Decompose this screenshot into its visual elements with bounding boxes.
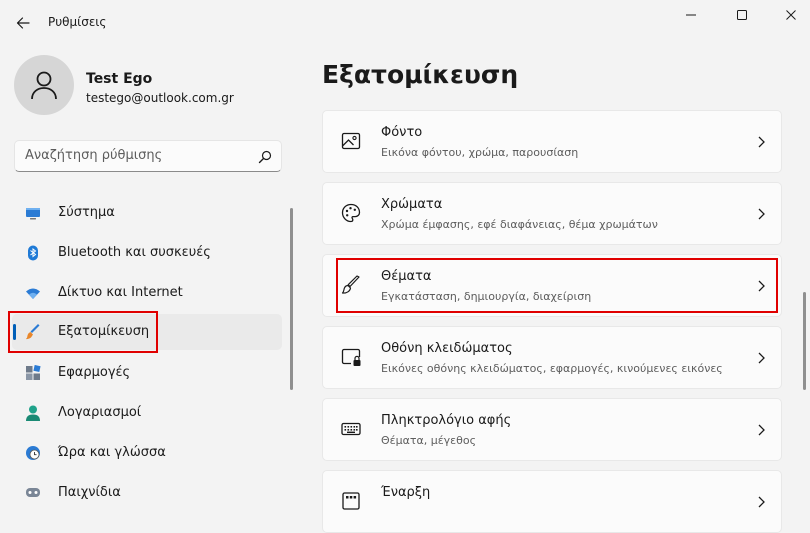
sidebar-item-label: Λογαριασμοί: [58, 405, 142, 420]
sidebar-item-label: Bluetooth και συσκευές: [58, 245, 211, 260]
wifi-icon: [26, 288, 40, 299]
avatar[interactable]: [14, 55, 74, 115]
sidebar-item-apps[interactable]: Εφαρμογές: [12, 355, 282, 391]
card-subtitle: Εικόνες οθόνης κλειδώματος, εφαρμογές, κ…: [381, 362, 723, 375]
highlight-box-themes: [336, 258, 778, 313]
sidebar-item-label: Ώρα και γλώσσα: [58, 445, 166, 460]
window-title: Ρυθμίσεις: [48, 15, 107, 29]
card-subtitle: Θέματα, μέγεθος: [381, 434, 477, 447]
sidebar-item-label: Παιχνίδια: [58, 485, 121, 500]
card-background[interactable]: Φόντο Εικόνα φόντου, χρώμα, παρουσίαση: [322, 110, 782, 173]
page-title: Εξατομίκευση: [322, 60, 519, 89]
back-arrow-icon: [16, 17, 30, 29]
main-scrollbar[interactable]: [803, 292, 806, 390]
person-avatar-icon: [31, 71, 57, 100]
sidebar-item-network[interactable]: Δίκτυο και Internet: [12, 275, 282, 311]
start-icon: [342, 492, 360, 510]
image-icon: [341, 132, 361, 150]
card-subtitle: Εικόνα φόντου, χρώμα, παρουσίαση: [381, 146, 579, 159]
minimize-icon: [686, 14, 696, 16]
close-icon: [786, 10, 796, 20]
sidebar-item-system[interactable]: Σύστημα: [12, 195, 282, 231]
sidebar-item-label: Σύστημα: [58, 205, 115, 220]
card-title: Χρώματα: [381, 197, 443, 212]
user-email: testego@outlook.com.gr: [86, 91, 234, 105]
chevron-right-icon: [758, 424, 765, 436]
chevron-right-icon: [758, 208, 765, 220]
highlight-box-personalization: [8, 311, 158, 353]
card-start[interactable]: Έναρξη: [322, 470, 782, 533]
bluetooth-icon: [28, 245, 38, 261]
gaming-icon: [26, 488, 40, 497]
chevron-right-icon: [758, 496, 765, 508]
apps-icon: [26, 365, 41, 380]
sidebar-item-label: Δίκτυο και Internet: [58, 285, 183, 300]
sidebar-item-bluetooth[interactable]: Bluetooth και συσκευές: [12, 235, 282, 271]
card-title: Πληκτρολόγιο αφής: [381, 413, 512, 428]
sidebar-scrollbar[interactable]: [290, 208, 293, 390]
card-lock-screen[interactable]: Οθόνη κλειδώματος Εικόνες οθόνης κλειδώμ…: [322, 326, 782, 389]
person-icon: [26, 405, 40, 421]
title-bar: Ρυθμίσεις: [0, 0, 810, 46]
sidebar-item-time-language[interactable]: Ώρα και γλώσσα: [12, 435, 282, 471]
card-subtitle: Χρώμα έμφασης, εφέ διαφάνειας, θέμα χρωμ…: [381, 218, 658, 231]
back-button[interactable]: [9, 9, 37, 37]
card-touch-keyboard[interactable]: Πληκτρολόγιο αφής Θέματα, μέγεθος: [322, 398, 782, 461]
lock-screen-icon: [341, 348, 361, 366]
maximize-button[interactable]: [724, 5, 760, 25]
close-button[interactable]: [773, 5, 809, 25]
sidebar-item-accounts[interactable]: Λογαριασμοί: [12, 395, 282, 431]
minimize-button[interactable]: [673, 5, 709, 25]
search-input[interactable]: [25, 148, 245, 163]
search-box[interactable]: [14, 140, 282, 172]
card-colors[interactable]: Χρώματα Χρώμα έμφασης, εφέ διαφάνειας, θ…: [322, 182, 782, 245]
card-title: Έναρξη: [381, 485, 431, 500]
sidebar-item-label: Εφαρμογές: [58, 365, 131, 380]
palette-icon: [341, 203, 361, 223]
system-icon: [26, 208, 40, 220]
keyboard-icon: [341, 422, 361, 436]
card-title: Οθόνη κλειδώματος: [381, 341, 513, 356]
sidebar-item-gaming[interactable]: Παιχνίδια: [12, 475, 282, 511]
search-icon[interactable]: [257, 149, 273, 165]
globe-clock-icon: [26, 446, 40, 460]
maximize-icon: [737, 10, 747, 20]
card-title: Φόντο: [381, 125, 423, 140]
chevron-right-icon: [758, 352, 765, 364]
chevron-right-icon: [758, 136, 765, 148]
user-name: Test Ego: [86, 71, 153, 87]
